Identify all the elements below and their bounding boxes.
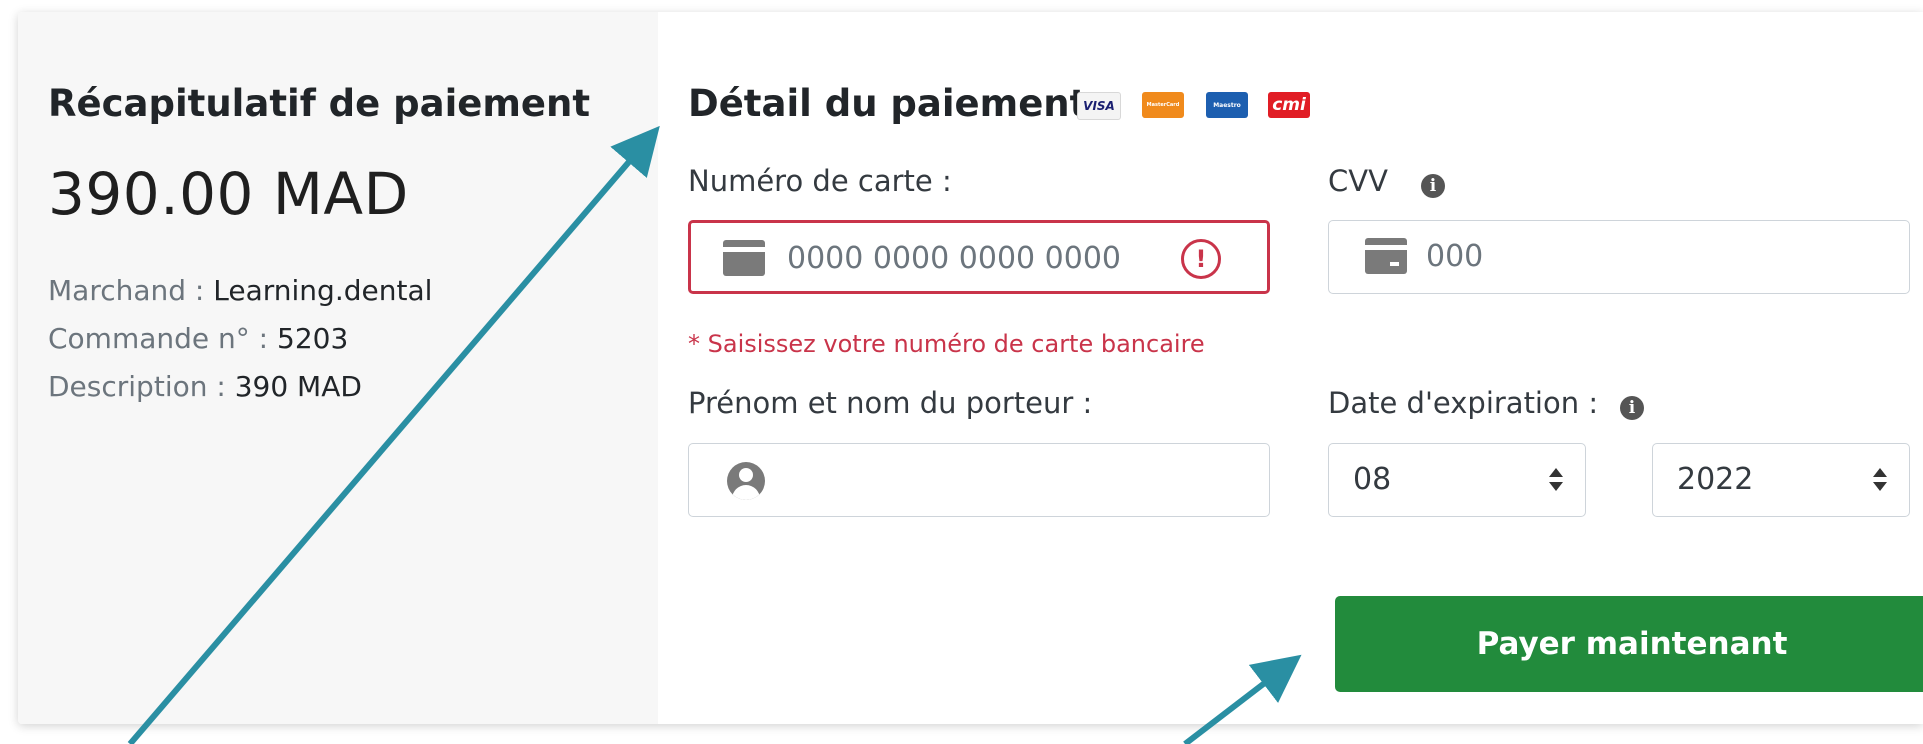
annotation-arrows — [127, 125, 1302, 744]
arrow-to-details-title — [127, 125, 660, 744]
arrow-to-pay-button — [1183, 654, 1302, 744]
